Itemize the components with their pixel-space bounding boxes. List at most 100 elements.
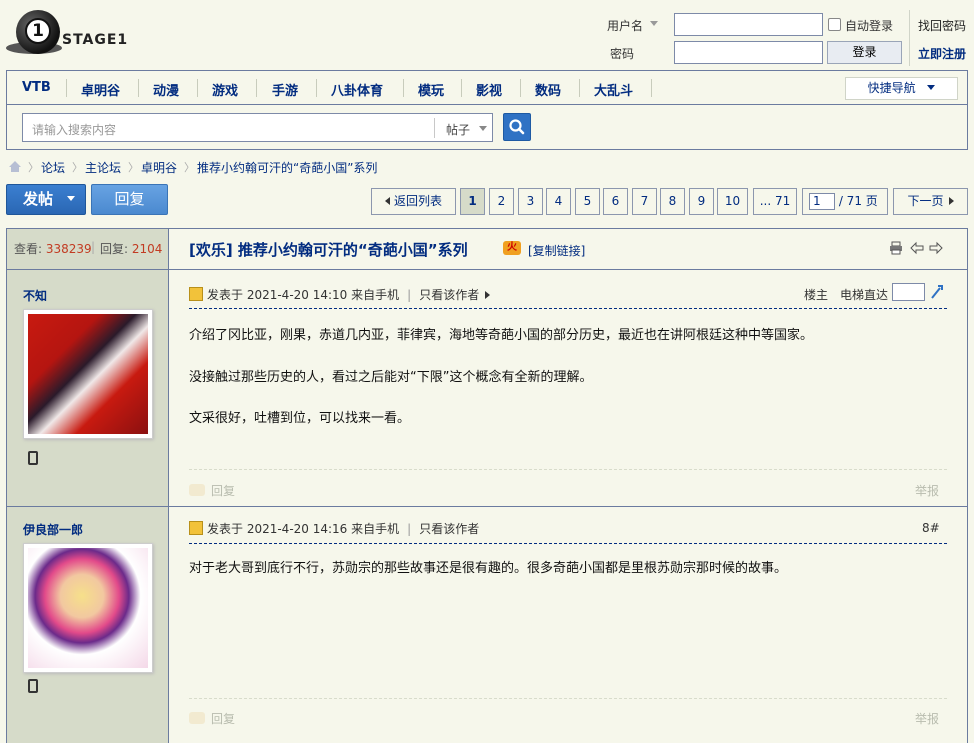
- copy-link[interactable]: [复制链接]: [528, 242, 585, 259]
- auto-login-checkbox[interactable]: [828, 18, 841, 31]
- page-link[interactable]: 10: [717, 188, 748, 215]
- post-divider: [189, 543, 947, 544]
- chevron-right-icon: [485, 291, 491, 299]
- post-reply-label: 回复: [211, 712, 236, 726]
- jump-go-icon[interactable]: [930, 284, 944, 300]
- meta-divider: |: [407, 288, 412, 302]
- post-meta: 发表于 2021-4-20 14:16 来自手机 | 只看该作者: [189, 520, 479, 537]
- chevron-right-icon: [948, 197, 954, 205]
- nav-divider: [651, 79, 652, 97]
- breadcrumb-thread[interactable]: 推荐小约翰可汗的“奇葩小国”系列: [197, 159, 377, 176]
- post-author-name[interactable]: 不知: [23, 287, 47, 304]
- post-reply-label: 回复: [211, 484, 236, 498]
- back-to-list-button[interactable]: 返回列表: [371, 188, 456, 215]
- nav-item-mobile-games[interactable]: 手游: [272, 80, 298, 99]
- page-link[interactable]: 3: [518, 188, 543, 215]
- page-jump-input[interactable]: 1: [809, 193, 835, 210]
- nav-item-zhuomingu[interactable]: 卓明谷: [81, 80, 120, 99]
- quick-nav-label: 快捷导航: [867, 81, 916, 95]
- logo-number: 1: [25, 18, 51, 44]
- reply-button[interactable]: 回复: [91, 184, 168, 215]
- post-time: 发表于 2021-4-20 14:10 来自手机: [207, 288, 400, 302]
- breadcrumb-zhuomingu[interactable]: 卓明谷: [141, 159, 177, 176]
- report-link[interactable]: 举报: [915, 482, 939, 499]
- chevron-down-icon: [479, 126, 487, 131]
- previous-thread-icon[interactable]: [910, 241, 924, 255]
- post-time: 发表于 2021-4-20 14:16 来自手机: [207, 522, 400, 536]
- floor-label: 楼主: [804, 288, 829, 302]
- floor-number[interactable]: 8#: [922, 521, 940, 535]
- auto-login-label: 自动登录: [845, 19, 894, 33]
- post-reply-link[interactable]: 回复: [189, 710, 235, 727]
- login-button[interactable]: 登录: [827, 41, 902, 64]
- jump-floor-input[interactable]: [892, 283, 925, 301]
- nav-item-models[interactable]: 模玩: [418, 80, 444, 99]
- thread-title: [欢乐] 推荐小约翰可汗的“奇葩小国”系列: [189, 241, 468, 259]
- new-post-button[interactable]: 发帖: [6, 184, 86, 215]
- only-author-link[interactable]: 只看该作者: [419, 522, 479, 536]
- avatar[interactable]: [23, 543, 153, 673]
- post-author-cell: 不知: [7, 270, 169, 506]
- search-button[interactable]: [503, 113, 531, 141]
- post-icon: [189, 521, 203, 535]
- home-icon[interactable]: [8, 160, 22, 173]
- next-page-button[interactable]: 下一页: [893, 188, 968, 215]
- chevron-left-icon: [384, 197, 390, 205]
- last-page-link[interactable]: ... 71: [753, 188, 797, 215]
- post-author-name[interactable]: 伊良部一郎: [23, 521, 83, 538]
- nav-divider: [403, 79, 404, 97]
- post-line: 介绍了冈比亚，刚果，赤道几内亚，菲律宾，海地等奇葩小国的部分历史，最近也在讲阿根…: [189, 328, 814, 343]
- search-icon: [509, 119, 525, 135]
- quick-nav-button[interactable]: 快捷导航: [845, 77, 958, 100]
- nav-bar: VTB 卓明谷 动漫 游戏 手游 八卦体育 模玩 影视 数码 大乱斗 快捷导航: [7, 71, 967, 105]
- username-input[interactable]: [674, 13, 823, 36]
- avatar[interactable]: [23, 309, 153, 439]
- back-to-list-label: 返回列表: [393, 194, 442, 208]
- page-link[interactable]: 9: [689, 188, 714, 215]
- avatar-image: [28, 548, 148, 668]
- print-icon[interactable]: [889, 241, 903, 255]
- breadcrumb-forum[interactable]: 论坛: [41, 159, 65, 176]
- nav-item-vtb[interactable]: VTB: [22, 80, 51, 95]
- nav-item-brawl[interactable]: 大乱斗: [594, 80, 633, 99]
- nav-item-games[interactable]: 游戏: [212, 80, 238, 99]
- nav-item-anime[interactable]: 动漫: [153, 80, 179, 99]
- replies-stat: 回复: 2104: [100, 240, 162, 257]
- only-author-link[interactable]: 只看该作者: [419, 288, 479, 302]
- page-link[interactable]: 7: [632, 188, 657, 215]
- page-link[interactable]: 1: [460, 188, 485, 215]
- report-link[interactable]: 举报: [915, 710, 939, 727]
- nav-item-digital[interactable]: 数码: [535, 80, 561, 99]
- nav-divider: [579, 79, 580, 97]
- chevron-right-icon: 〉: [128, 161, 139, 174]
- views-stat: 查看: 338239: [14, 240, 92, 257]
- nav-divider: [316, 79, 317, 97]
- next-thread-icon[interactable]: [929, 241, 943, 255]
- chevron-down-icon[interactable]: [650, 21, 658, 26]
- views-count: 338239: [45, 242, 92, 256]
- new-post-label: 发帖: [23, 190, 54, 208]
- page-link[interactable]: 5: [575, 188, 600, 215]
- breadcrumb-main-forum[interactable]: 主论坛: [85, 159, 121, 176]
- post-line: 没接触过那些历史的人，看过之后能对“下限”这个概念有全新的理解。: [189, 370, 593, 385]
- page-link[interactable]: 2: [489, 188, 514, 215]
- post-reply-link[interactable]: 回复: [189, 482, 235, 499]
- forgot-password-link[interactable]: 找回密码: [918, 17, 966, 34]
- next-page-label: 下一页: [907, 194, 944, 208]
- nav-item-film[interactable]: 影视: [476, 80, 502, 99]
- page-link[interactable]: 4: [546, 188, 571, 215]
- site-logo[interactable]: 1 STAGE1: [6, 4, 146, 56]
- search-type-select[interactable]: 帖子: [446, 121, 470, 138]
- password-input[interactable]: [674, 41, 823, 64]
- page-link[interactable]: 8: [660, 188, 685, 215]
- post-divider: [189, 308, 947, 309]
- register-link[interactable]: 立即注册: [918, 45, 966, 62]
- chevron-down-icon: [927, 85, 936, 90]
- search-divider: [434, 118, 435, 138]
- page-link[interactable]: 6: [603, 188, 628, 215]
- search-input[interactable]: 请输入搜索内容 帖子: [22, 113, 493, 142]
- nav-item-gossip-sports[interactable]: 八卦体育: [331, 80, 383, 99]
- post-author-cell: 伊良部一郎: [7, 507, 169, 743]
- nav-divider: [138, 79, 139, 97]
- post-line: 对于老大哥到底行不行，苏勋宗的那些故事还是很有趣的。很多奇葩小国都是里根苏勋宗那…: [189, 561, 788, 576]
